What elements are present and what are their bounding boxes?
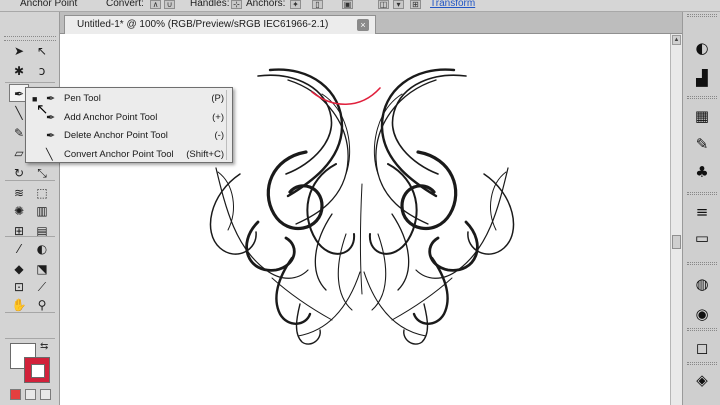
isolate-icon[interactable]: ▣ [342, 0, 353, 9]
select-similar-icon[interactable]: ◫ [378, 0, 389, 9]
warp-tool-icon[interactable]: ≋ [9, 184, 29, 202]
tools-separator [5, 180, 55, 181]
graphic-styles-panel-icon[interactable]: ◻ [689, 338, 715, 358]
align-icon[interactable]: ▯ [312, 0, 323, 9]
flyout-item-label: Delete Anchor Point Tool [64, 130, 168, 141]
flyout-item-add-anchor-point-tool[interactable]: ✒ Add Anchor Point Tool (+) [28, 109, 230, 127]
flyout-item-convert-anchor-point-tool[interactable]: ╲ Convert Anchor Point Tool (Shift+C) [28, 146, 230, 164]
center-stem [360, 183, 363, 295]
symbol-sprayer-tool-icon[interactable]: ✺ [9, 202, 29, 220]
document-tab-bar: Untitled-1* @ 100% (RGB/Preview/sRGB IEC… [60, 12, 682, 34]
control-bar: Anchor Point Convert: ∧ ∪ Handles: ⊹ Anc… [0, 0, 720, 12]
flyout-item-label: Convert Anchor Point Tool [64, 148, 174, 160]
mouse-cursor-icon: ↖ [36, 100, 49, 118]
gradient-mode-button[interactable] [25, 389, 36, 400]
tools-separator [5, 82, 55, 83]
swatches-panel-icon[interactable]: ▦ [689, 106, 715, 126]
artboard-tool-icon[interactable]: ⊡ [9, 278, 29, 296]
scroll-thumb[interactable] [672, 235, 681, 249]
slice-tool-icon[interactable]: ⟋ [32, 278, 52, 296]
symbols-panel-icon[interactable]: ♣ [689, 162, 715, 182]
dock-group-separator[interactable] [687, 262, 717, 265]
live-paint-bucket-tool-icon[interactable]: ◆ [9, 260, 29, 278]
gradient-tool-icon[interactable]: ▤ [32, 222, 52, 240]
stroke-color-swatch[interactable] [24, 357, 50, 383]
live-paint-selection-tool-icon[interactable]: ⬔ [32, 260, 52, 278]
mesh-tool-icon[interactable]: ⊞ [9, 222, 29, 240]
convert-to-smooth-icon[interactable]: ∪ [164, 0, 175, 9]
flyout-item-shortcut: (-) [214, 130, 225, 141]
color-mode-button[interactable] [10, 389, 21, 400]
flyout-item-shortcut: (P) [211, 93, 224, 104]
swap-fill-stroke-icon[interactable]: ⇆ [40, 341, 48, 352]
show-handles-icon[interactable]: ⊹ [231, 0, 242, 9]
eyedropper-tool-icon[interactable]: ⁄ [9, 240, 29, 258]
selection-tool-icon[interactable]: ➤ [9, 42, 29, 60]
document-tab[interactable]: Untitled-1* @ 100% (RGB/Preview/sRGB IEC… [64, 15, 376, 34]
dock-group-separator[interactable] [687, 328, 717, 331]
link-icon[interactable]: ⊞ [410, 0, 421, 9]
flyout-item-shortcut: (Shift+C) [186, 148, 224, 160]
document-title: Untitled-1* @ 100% (RGB/Preview/sRGB IEC… [77, 19, 329, 30]
dock-group-separator[interactable] [687, 192, 717, 195]
flyout-item-label: Pen Tool [64, 93, 101, 104]
panel-dock: ◐ ▟ ▦ ✎ ♣ ≡ ▭ ◍ ◉ ◻ ◈ [682, 12, 720, 405]
color-panel-icon[interactable]: ◐ [689, 38, 715, 58]
anchors-label: Anchors: [246, 0, 286, 9]
handles-label: Handles: [190, 0, 230, 9]
flyout-item-label: Add Anchor Point Tool [64, 111, 158, 123]
appearance-panel-icon[interactable]: ◉ [689, 304, 715, 324]
anchor-point-label: Anchor Point [20, 0, 78, 9]
free-transform-tool-icon[interactable]: ⬚ [32, 184, 52, 202]
scroll-up-icon[interactable]: ▲ [672, 35, 681, 45]
magic-wand-tool-icon[interactable]: ✱ [9, 62, 29, 80]
flyout-item-delete-anchor-point-tool[interactable]: ✒ Delete Anchor Point Tool (-) [28, 127, 230, 145]
tools-panel-grip[interactable] [4, 36, 56, 41]
convert-to-corner-icon[interactable]: ∧ [150, 0, 161, 9]
tools-separator [5, 312, 55, 313]
pen-icon: ╲ [46, 147, 53, 161]
stroke-panel-icon[interactable]: ≡ [689, 202, 715, 222]
tools-panel: ➤↖✱ↄ✒T╲▭✎✏▱⌫↻⤡≋⬚✺▥⊞▤⁄◐◆⬔⊡⟋✋⚲ ⇆ [0, 12, 60, 405]
column-graph-tool-icon[interactable]: ▥ [32, 202, 52, 220]
gradient-panel-icon[interactable]: ▭ [689, 228, 715, 248]
lasso-tool-icon[interactable]: ↄ [32, 62, 52, 80]
flyout-tearoff-bar[interactable] [226, 90, 231, 160]
color-guide-panel-icon[interactable]: ▟ [689, 68, 715, 88]
flyout-item-shortcut: (+) [212, 111, 224, 123]
ornament-right-half [363, 68, 515, 345]
dock-grip[interactable] [687, 14, 717, 17]
dock-group-separator[interactable] [687, 96, 717, 99]
dropdown-arrow-icon[interactable]: ▾ [393, 0, 404, 9]
dock-group-separator[interactable] [687, 362, 717, 365]
flyout-item-pen-tool[interactable]: ■ ✒ Pen Tool (P) [28, 90, 230, 108]
transparency-panel-icon[interactable]: ◍ [689, 274, 715, 294]
layers-panel-icon[interactable]: ◈ [689, 370, 715, 390]
vertical-scrollbar[interactable]: ▲ [670, 34, 682, 405]
tools-separator [5, 236, 55, 237]
direct-selection-tool-icon[interactable]: ↖ [32, 42, 52, 60]
blend-tool-icon[interactable]: ◐ [32, 240, 52, 258]
close-icon[interactable]: × [357, 19, 369, 31]
convert-label: Convert: [106, 0, 144, 9]
brushes-panel-icon[interactable]: ✎ [689, 134, 715, 154]
none-mode-button[interactable] [40, 389, 51, 400]
remove-anchor-icon[interactable]: ✦ [290, 0, 301, 9]
pen-tool-flyout-menu: ■ ✒ Pen Tool (P) ✒ Add Anchor Point Tool (+) ✒ D… [25, 87, 233, 163]
pen-icon: ✒ [46, 129, 56, 142]
tools-separator [5, 338, 55, 339]
transform-link[interactable]: Transform [430, 0, 475, 10]
